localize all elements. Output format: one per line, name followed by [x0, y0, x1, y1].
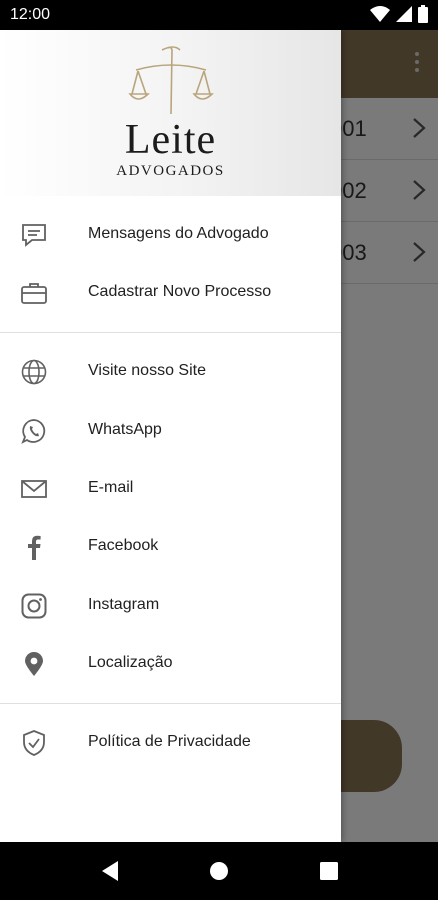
recents-icon[interactable]: [319, 860, 339, 882]
status-time: 12:00: [10, 6, 51, 23]
menu-item-label: Cadastrar Novo Processo: [88, 283, 272, 300]
menu-item-mensagens[interactable]: Mensagens do Advogado: [0, 206, 341, 264]
signal-icon: [396, 6, 412, 22]
menu-item-label: Facebook: [88, 537, 159, 554]
menu-item-label: Política de Privacidade: [88, 733, 251, 750]
back-icon[interactable]: [100, 860, 120, 882]
menu-item-label: Localização: [88, 654, 173, 671]
menu-item-cadastrar-processo[interactable]: Cadastrar Novo Processo: [0, 264, 341, 322]
menu-item-label: Visite nosso Site: [88, 362, 206, 379]
shield-icon: [23, 730, 45, 756]
facebook-icon: [28, 535, 41, 560]
menu-item-site[interactable]: Visite nosso Site: [0, 343, 341, 401]
battery-icon: [418, 5, 428, 23]
status-icons: [370, 5, 428, 23]
menu-item-label: Instagram: [88, 596, 160, 613]
status-bar: 12:00: [0, 0, 438, 30]
divider: [0, 332, 341, 333]
menu-item-politica-privacidade[interactable]: Política de Privacidade: [0, 714, 341, 772]
drawer-header: Leite ADVOGADOS: [0, 30, 341, 196]
menu-item-label: Mensagens do Advogado: [88, 225, 269, 242]
menu-item-email[interactable]: E-mail: [0, 460, 341, 518]
wifi-icon: [370, 6, 390, 22]
chat-icon: [22, 224, 46, 247]
briefcase-icon: [21, 283, 47, 304]
instagram-icon: [21, 593, 47, 619]
menu-item-instagram[interactable]: Instagram: [0, 577, 341, 635]
globe-icon: [21, 359, 47, 385]
divider: [0, 703, 341, 704]
logo-title: Leite: [124, 117, 217, 163]
logo-subtitle: ADVOGADOS: [116, 163, 225, 179]
menu-item-localizacao[interactable]: Localização: [0, 635, 341, 693]
navigation-drawer: Leite ADVOGADOS Mensagens do Advogado Ca…: [0, 30, 341, 842]
menu-item-label: E-mail: [88, 479, 134, 496]
menu-item-whatsapp[interactable]: WhatsApp: [0, 402, 341, 460]
email-icon: [21, 480, 47, 498]
menu-item-label: WhatsApp: [88, 421, 162, 438]
whatsapp-icon: [21, 419, 46, 444]
system-navigation-bar: [0, 842, 438, 900]
scales-of-justice-logo: [128, 46, 214, 115]
menu-item-facebook[interactable]: Facebook: [0, 518, 341, 576]
location-pin-icon: [25, 652, 43, 676]
home-icon[interactable]: [209, 860, 229, 882]
